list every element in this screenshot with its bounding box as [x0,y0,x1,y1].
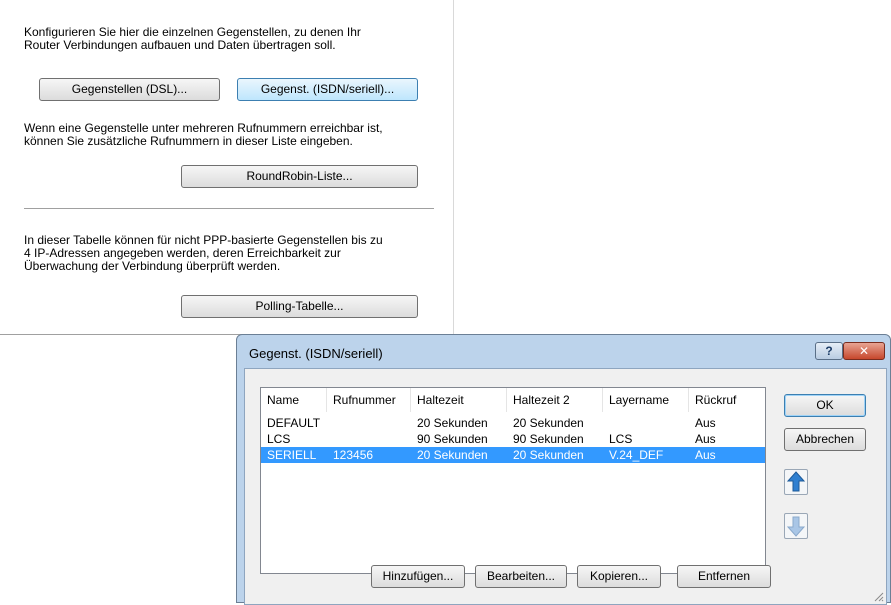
intro-text: Konfigurieren Sie hier die einzelnen Geg… [24,25,361,52]
isdn-serial-dialog: Gegenst. (ISDN/seriell) ? ✕ Name Rufnumm… [236,334,891,605]
roundrobin-list-button[interactable]: RoundRobin-Liste... [181,165,418,188]
column-header-rueckruf[interactable]: Rückruf [689,388,765,412]
column-header-haltezeit-2[interactable]: Haltezeit 2 [507,388,603,412]
remote-sites-list[interactable]: Name Rufnummer Haltezeit Haltezeit 2 Lay… [260,387,766,574]
copy-button[interactable]: Kopieren... [577,565,661,588]
close-icon: ✕ [858,344,870,358]
column-header-layername[interactable]: Layername [603,388,689,412]
table-row[interactable]: DEFAULT 20 Sekunden 20 Sekunden Aus [261,415,765,431]
roundrobin-text: Wenn eine Gegenstelle unter mehreren Ruf… [24,121,383,148]
add-button[interactable]: Hinzufügen... [371,565,465,588]
polling-table-button[interactable]: Polling-Tabelle... [181,295,418,318]
help-button[interactable]: ? [815,342,843,360]
dialog-title: Gegenst. (ISDN/seriell) [249,346,383,361]
help-icon: ? [825,344,833,358]
close-button[interactable]: ✕ [843,342,885,360]
list-header: Name Rufnummer Haltezeit Haltezeit 2 Lay… [261,388,765,412]
move-down-button[interactable] [784,513,808,539]
polling-text: In dieser Tabelle können für nicht PPP-b… [24,233,383,273]
remove-button[interactable]: Entfernen [677,565,771,588]
move-up-button[interactable] [784,469,808,495]
edit-button[interactable]: Bearbeiten... [475,565,567,588]
arrow-up-icon [786,471,806,492]
dialog-client-area: Name Rufnummer Haltezeit Haltezeit 2 Lay… [244,368,887,605]
column-header-haltezeit[interactable]: Haltezeit [411,388,507,412]
column-header-name[interactable]: Name [261,388,327,412]
table-row-selected[interactable]: SERIELL 123456 20 Sekunden 20 Sekunden V… [261,447,765,463]
arrow-down-icon [786,516,806,537]
separator [24,208,434,209]
column-header-rufnummer[interactable]: Rufnummer [327,388,411,412]
cancel-button[interactable]: Abbrechen [784,428,866,451]
gegenstellen-dsl-button[interactable]: Gegenstellen (DSL)... [39,78,220,101]
gegenstellen-isdn-button[interactable]: Gegenst. (ISDN/seriell)... [237,78,418,101]
resize-grip-icon[interactable] [872,590,884,602]
ok-button[interactable]: OK [784,394,866,417]
table-row[interactable]: LCS 90 Sekunden 90 Sekunden LCS Aus [261,431,765,447]
